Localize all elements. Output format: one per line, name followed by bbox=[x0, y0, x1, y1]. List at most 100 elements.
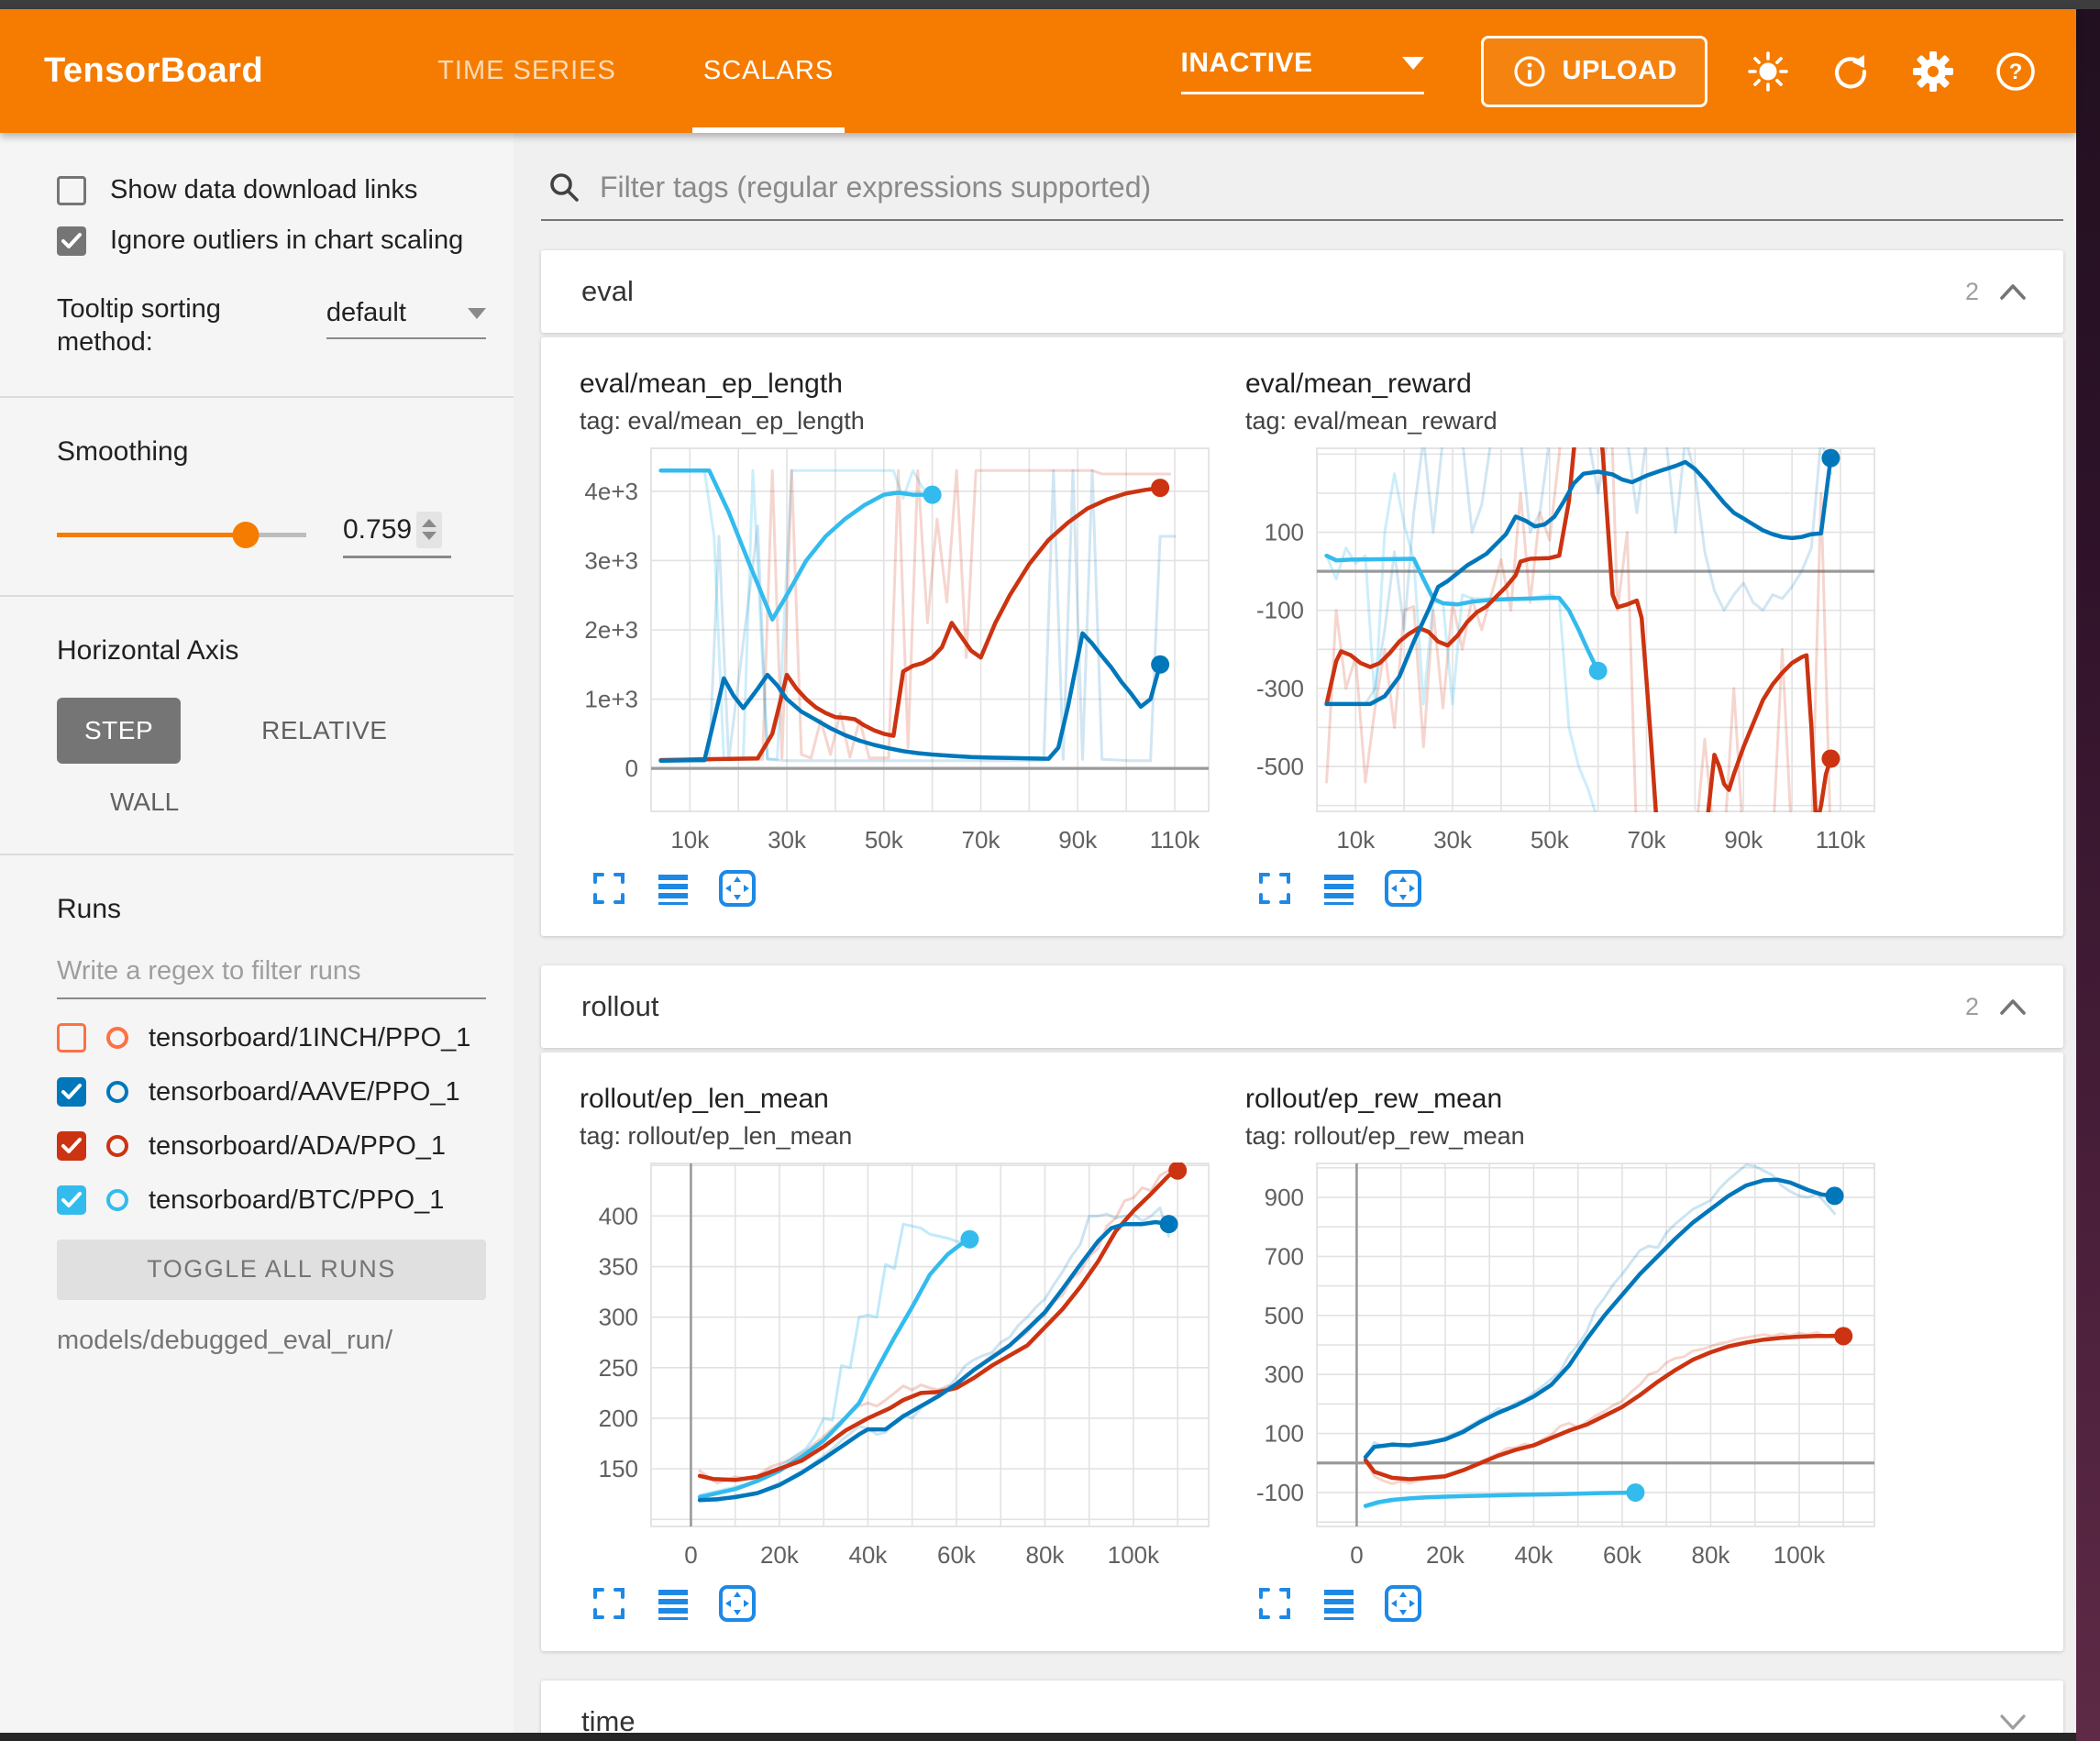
section-title: eval bbox=[581, 275, 634, 308]
chart-rollout-ep-len-mean: rollout/ep_len_mean tag: rollout/ep_len_… bbox=[580, 1084, 1221, 1624]
smoothing-label: Smoothing bbox=[57, 436, 486, 468]
svg-text:700: 700 bbox=[1265, 1242, 1304, 1270]
checkbox-unchecked[interactable] bbox=[57, 176, 86, 205]
svg-text:-500: -500 bbox=[1256, 753, 1304, 780]
horizontal-axis-label: Horizontal Axis bbox=[57, 635, 486, 667]
run-list: tensorboard/1INCH/PPO_1 tensorboard/AAVE… bbox=[57, 1023, 486, 1216]
svg-text:300: 300 bbox=[599, 1304, 638, 1331]
tooltip-sorting-value: default bbox=[326, 298, 406, 328]
status-select[interactable]: INACTIVE bbox=[1181, 48, 1424, 94]
expand-chart-icon[interactable] bbox=[1254, 1583, 1295, 1624]
svg-text:350: 350 bbox=[599, 1253, 638, 1281]
checkbox-label: Show data download links bbox=[110, 175, 417, 205]
section-header-time[interactable]: time bbox=[541, 1680, 2063, 1733]
chart-toolbar bbox=[1245, 1583, 1887, 1624]
toggle-all-runs-button[interactable]: TOGGLE ALL RUNS bbox=[57, 1240, 486, 1300]
chart-canvas[interactable]: 10k30k50k70k90k110k100-100-300-500 bbox=[1245, 441, 1887, 863]
smoothing-value-input[interactable] bbox=[343, 514, 416, 545]
desktop-top-edge bbox=[0, 0, 2100, 9]
content-area: Show data download links Ignore outliers… bbox=[0, 133, 2076, 1733]
svg-text:-100: -100 bbox=[1256, 1479, 1304, 1506]
brightness-icon[interactable] bbox=[1746, 50, 1790, 94]
section-header-rollout[interactable]: rollout 2 bbox=[541, 965, 2063, 1048]
check-icon bbox=[59, 229, 84, 253]
chevron-up-icon[interactable] bbox=[1999, 997, 2027, 1016]
svg-text:40k: 40k bbox=[1514, 1541, 1553, 1569]
run-checkbox[interactable] bbox=[57, 1077, 86, 1107]
toggle-y-axis-icon[interactable] bbox=[653, 868, 693, 909]
toggle-y-axis-icon[interactable] bbox=[1319, 868, 1359, 909]
axis-wall-button[interactable]: WALL bbox=[110, 788, 486, 817]
chart-toolbar bbox=[580, 1583, 1221, 1624]
svg-text:110k: 110k bbox=[1816, 826, 1866, 854]
ignore-outliers-checkbox[interactable]: Ignore outliers in chart scaling bbox=[57, 226, 486, 256]
svg-text:110k: 110k bbox=[1150, 826, 1200, 854]
chevron-up-icon[interactable] bbox=[1999, 282, 2027, 301]
run-row-1inch[interactable]: tensorboard/1INCH/PPO_1 bbox=[57, 1023, 486, 1053]
svg-text:0: 0 bbox=[684, 1541, 697, 1569]
chart-rollout-ep-rew-mean: rollout/ep_rew_mean tag: rollout/ep_rew_… bbox=[1245, 1084, 1887, 1624]
fit-domain-icon[interactable] bbox=[1383, 1583, 1423, 1624]
fit-domain-icon[interactable] bbox=[1383, 868, 1423, 909]
section-header-eval[interactable]: eval 2 bbox=[541, 250, 2063, 333]
smoothing-value-box bbox=[343, 512, 451, 558]
svg-text:20k: 20k bbox=[1426, 1541, 1465, 1569]
axis-relative-button[interactable]: RELATIVE bbox=[234, 698, 414, 764]
svg-text:20k: 20k bbox=[760, 1541, 800, 1569]
run-checkbox[interactable] bbox=[57, 1185, 86, 1215]
chart-canvas[interactable]: 020k40k60k80k100k-100100300500700900 bbox=[1245, 1156, 1887, 1578]
tab-scalars[interactable]: SCALARS bbox=[703, 9, 834, 133]
slider-thumb[interactable] bbox=[233, 522, 260, 548]
run-row-btc[interactable]: tensorboard/BTC/PPO_1 bbox=[57, 1185, 486, 1216]
toggle-y-axis-icon[interactable] bbox=[653, 1583, 693, 1624]
runs-filter-input[interactable] bbox=[57, 951, 486, 999]
chart-title: eval/mean_ep_length bbox=[580, 369, 1221, 400]
upload-button[interactable]: UPLOAD bbox=[1481, 36, 1708, 107]
svg-text:400: 400 bbox=[599, 1202, 638, 1229]
expand-chart-icon[interactable] bbox=[589, 868, 629, 909]
expand-chart-icon[interactable] bbox=[589, 1583, 629, 1624]
chart-canvas[interactable]: 10k30k50k70k90k110k01e+32e+33e+34e+3 bbox=[580, 441, 1221, 863]
runs-base-path: models/debugged_eval_run/ bbox=[57, 1326, 486, 1356]
tag-filter-input[interactable] bbox=[600, 171, 2058, 204]
section-count: 2 bbox=[1965, 278, 1979, 306]
sidebar-divider bbox=[0, 854, 514, 855]
settings-gear-icon[interactable] bbox=[1911, 50, 1955, 94]
stepper-down-icon[interactable] bbox=[422, 532, 437, 540]
tag-filter-row bbox=[541, 170, 2063, 221]
chart-title: rollout/ep_rew_mean bbox=[1245, 1084, 1887, 1115]
section-body-eval: eval/mean_ep_length tag: eval/mean_ep_le… bbox=[541, 337, 2063, 936]
show-download-links-checkbox[interactable]: Show data download links bbox=[57, 175, 486, 205]
chart-eval-mean-reward: eval/mean_reward tag: eval/mean_reward 1… bbox=[1245, 369, 1887, 909]
smoothing-control bbox=[57, 512, 486, 558]
chart-canvas[interactable]: 020k40k60k80k100k150200250300350400 bbox=[580, 1156, 1221, 1578]
chart-tag: tag: eval/mean_ep_length bbox=[580, 407, 1221, 435]
run-label: tensorboard/BTC/PPO_1 bbox=[149, 1185, 444, 1216]
info-icon bbox=[1511, 53, 1548, 90]
chevron-down-icon[interactable] bbox=[1999, 1713, 2027, 1731]
slider-fill bbox=[57, 533, 246, 537]
checkbox-checked[interactable] bbox=[57, 226, 86, 256]
run-label: tensorboard/AAVE/PPO_1 bbox=[149, 1077, 460, 1107]
fit-domain-icon[interactable] bbox=[717, 1583, 757, 1624]
tooltip-sorting-select[interactable]: default bbox=[326, 298, 486, 339]
help-icon[interactable]: ? bbox=[1994, 50, 2038, 94]
run-row-ada[interactable]: tensorboard/ADA/PPO_1 bbox=[57, 1131, 486, 1162]
smoothing-stepper[interactable] bbox=[416, 512, 442, 548]
stepper-up-icon[interactable] bbox=[422, 519, 437, 527]
tab-time-series[interactable]: TIME SERIES bbox=[437, 9, 616, 133]
section-count: 2 bbox=[1965, 993, 1979, 1021]
run-checkbox[interactable] bbox=[57, 1023, 86, 1052]
axis-step-button[interactable]: STEP bbox=[57, 698, 181, 764]
toggle-y-axis-icon[interactable] bbox=[1319, 1583, 1359, 1624]
run-label: tensorboard/1INCH/PPO_1 bbox=[149, 1023, 470, 1053]
refresh-icon[interactable] bbox=[1829, 50, 1873, 94]
smoothing-slider[interactable] bbox=[57, 521, 306, 548]
tooltip-sorting-label: Tooltip sorting method: bbox=[57, 292, 290, 359]
expand-chart-icon[interactable] bbox=[1254, 868, 1295, 909]
fit-domain-icon[interactable] bbox=[717, 868, 757, 909]
svg-text:10k: 10k bbox=[1336, 826, 1376, 854]
svg-text:1e+3: 1e+3 bbox=[584, 686, 638, 713]
run-row-aave[interactable]: tensorboard/AAVE/PPO_1 bbox=[57, 1077, 486, 1107]
run-checkbox[interactable] bbox=[57, 1131, 86, 1161]
